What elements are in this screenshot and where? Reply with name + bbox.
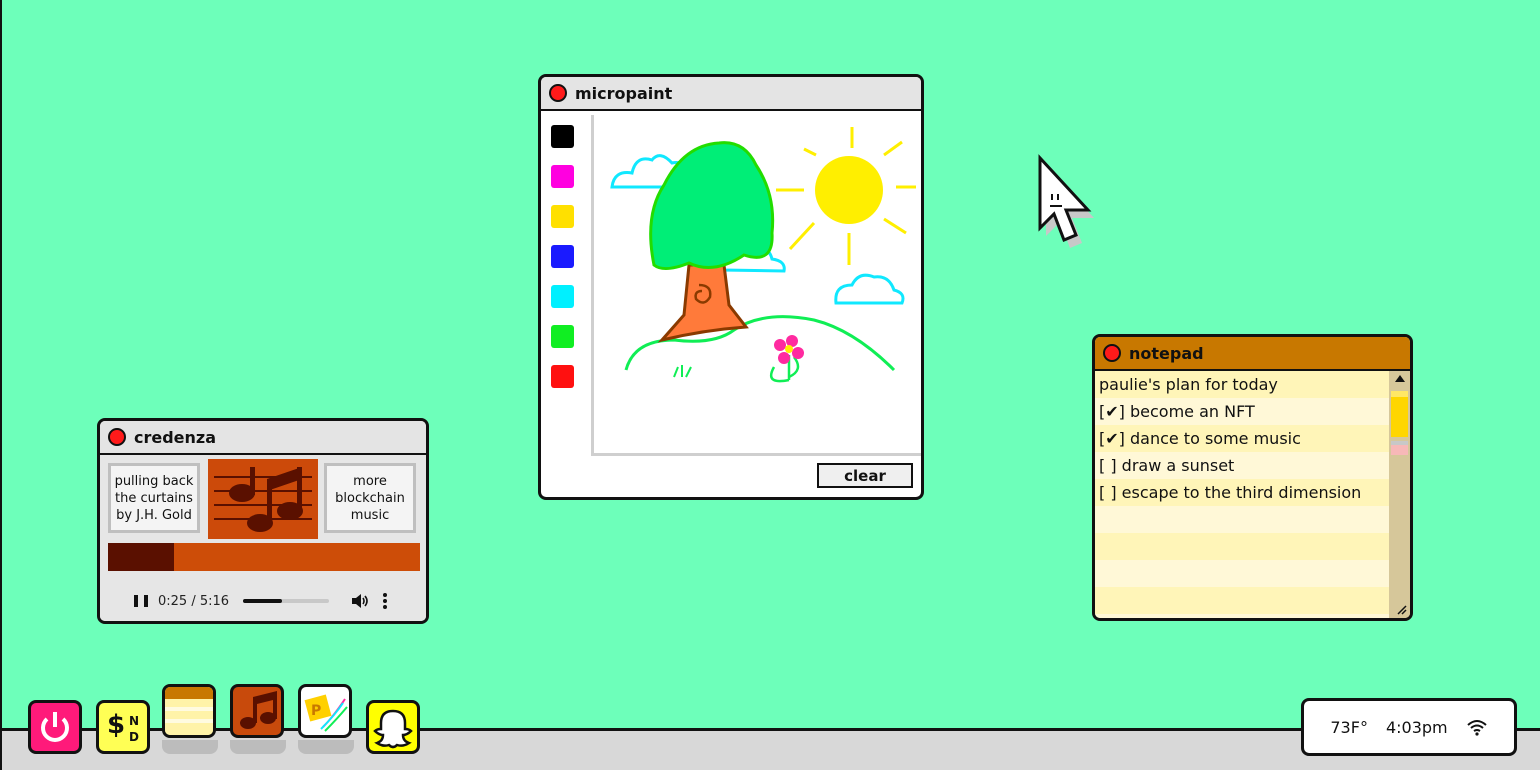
hill [624,315,896,372]
svg-text:P: P [311,703,321,719]
seek-bar[interactable] [243,599,330,603]
paint-icon: P [304,694,348,732]
system-tray: 73F° 4:03pm [1301,698,1517,756]
micropaint-titlebar[interactable]: micropaint [541,77,921,111]
pencil-scroll-thumb[interactable] [1391,391,1408,437]
cloud-right [834,273,905,305]
credenza-close-button[interactable] [108,428,126,446]
dock-shadow [162,740,218,754]
notepad-text-area[interactable]: paulie's plan for today [✔] become an NFT… [1095,371,1389,618]
paint-canvas[interactable] [591,115,921,456]
grass-tuft [673,365,692,378]
track-progress[interactable] [108,543,420,571]
notepad-line [1095,533,1389,560]
seek-fill [243,599,282,603]
notepad-title: notepad [1129,343,1204,363]
swatch-cyan[interactable] [551,285,574,308]
credenza-body: pulling back the curtains by J.H. Gold m… [100,455,426,621]
dock-power-button[interactable] [28,700,82,754]
sun [815,156,883,224]
dock-notepad-app[interactable] [162,684,216,738]
power-icon [41,712,69,742]
resize-grip-icon[interactable] [1397,605,1407,615]
notepad-line: [✔] dance to some music [1099,429,1301,448]
credenza-window: credenza pulling back the curtains by J.… [97,418,429,624]
swatch-red[interactable] [551,365,574,388]
dock-shadow [298,740,354,754]
swatch-black[interactable] [551,125,574,148]
notepad-line [1095,587,1389,614]
canvas-drawing [610,127,916,383]
swatch-magenta[interactable] [551,165,574,188]
volume-icon[interactable] [351,593,369,609]
more-options-icon[interactable] [383,593,388,609]
notepad-line: paulie's plan for today [1099,375,1278,394]
ghost-icon [373,709,413,749]
micropaint-title: micropaint [575,83,673,103]
color-palette [551,125,575,405]
dock-ens-app[interactable]: $ N D [96,700,150,754]
swatch-green[interactable] [551,325,574,348]
credenza-titlebar[interactable]: credenza [100,421,426,455]
notepad-close-button[interactable] [1103,344,1121,362]
dock-snapchat-app[interactable] [366,700,420,754]
notepad-window: notepad paulie's plan for today [✔] becom… [1092,334,1413,621]
more-music-link[interactable]: more blockchain music [324,463,416,533]
track-progress-fill [108,543,174,571]
notepad-line: [ ] draw a sunset [1099,456,1235,475]
album-art [208,459,318,539]
track-title[interactable]: pulling back the curtains by J.H. Gold [108,463,200,533]
notepad-titlebar[interactable]: notepad [1095,337,1410,371]
music-note-icon [240,691,277,729]
audio-player: 0:25 / 5:16 [108,585,420,617]
desktop: micropaint clear credenza pulling back t… [0,0,1540,770]
dock-credenza-app[interactable] [230,684,284,738]
flower [769,335,804,383]
dock-shadow [230,740,286,754]
swatch-blue[interactable] [551,245,574,268]
svg-text:$: $ [107,710,125,740]
swatch-yellow[interactable] [551,205,574,228]
scroll-up-icon[interactable] [1394,375,1405,382]
notepad-line: [✔] become an NFT [1099,402,1255,421]
notepad-line: [ ] escape to the third dimension [1099,483,1362,502]
notepad-line [1095,560,1389,587]
clock: 4:03pm [1385,717,1448,737]
micropaint-window: micropaint clear [538,74,924,500]
pause-icon[interactable] [134,595,148,607]
svg-text:N: N [129,714,139,728]
notepad-line [1095,506,1389,533]
play-time: 0:25 / 5:16 [158,593,230,609]
notepad-scrollbar[interactable] [1389,371,1410,618]
micropaint-close-button[interactable] [549,84,567,102]
wifi-icon[interactable] [1466,718,1488,736]
dock-micropaint-app[interactable]: P [298,684,352,738]
pencil-eraser-icon [1391,441,1408,455]
svg-text:D: D [129,730,139,744]
music-note-icon [214,467,312,532]
clear-button[interactable]: clear [817,463,913,488]
temperature: 73F° [1330,717,1368,737]
notepad-icon [165,687,213,735]
ens-icon: $ N D [107,710,139,744]
smiley-cursor-icon [1038,154,1094,248]
credenza-title: credenza [134,427,217,447]
